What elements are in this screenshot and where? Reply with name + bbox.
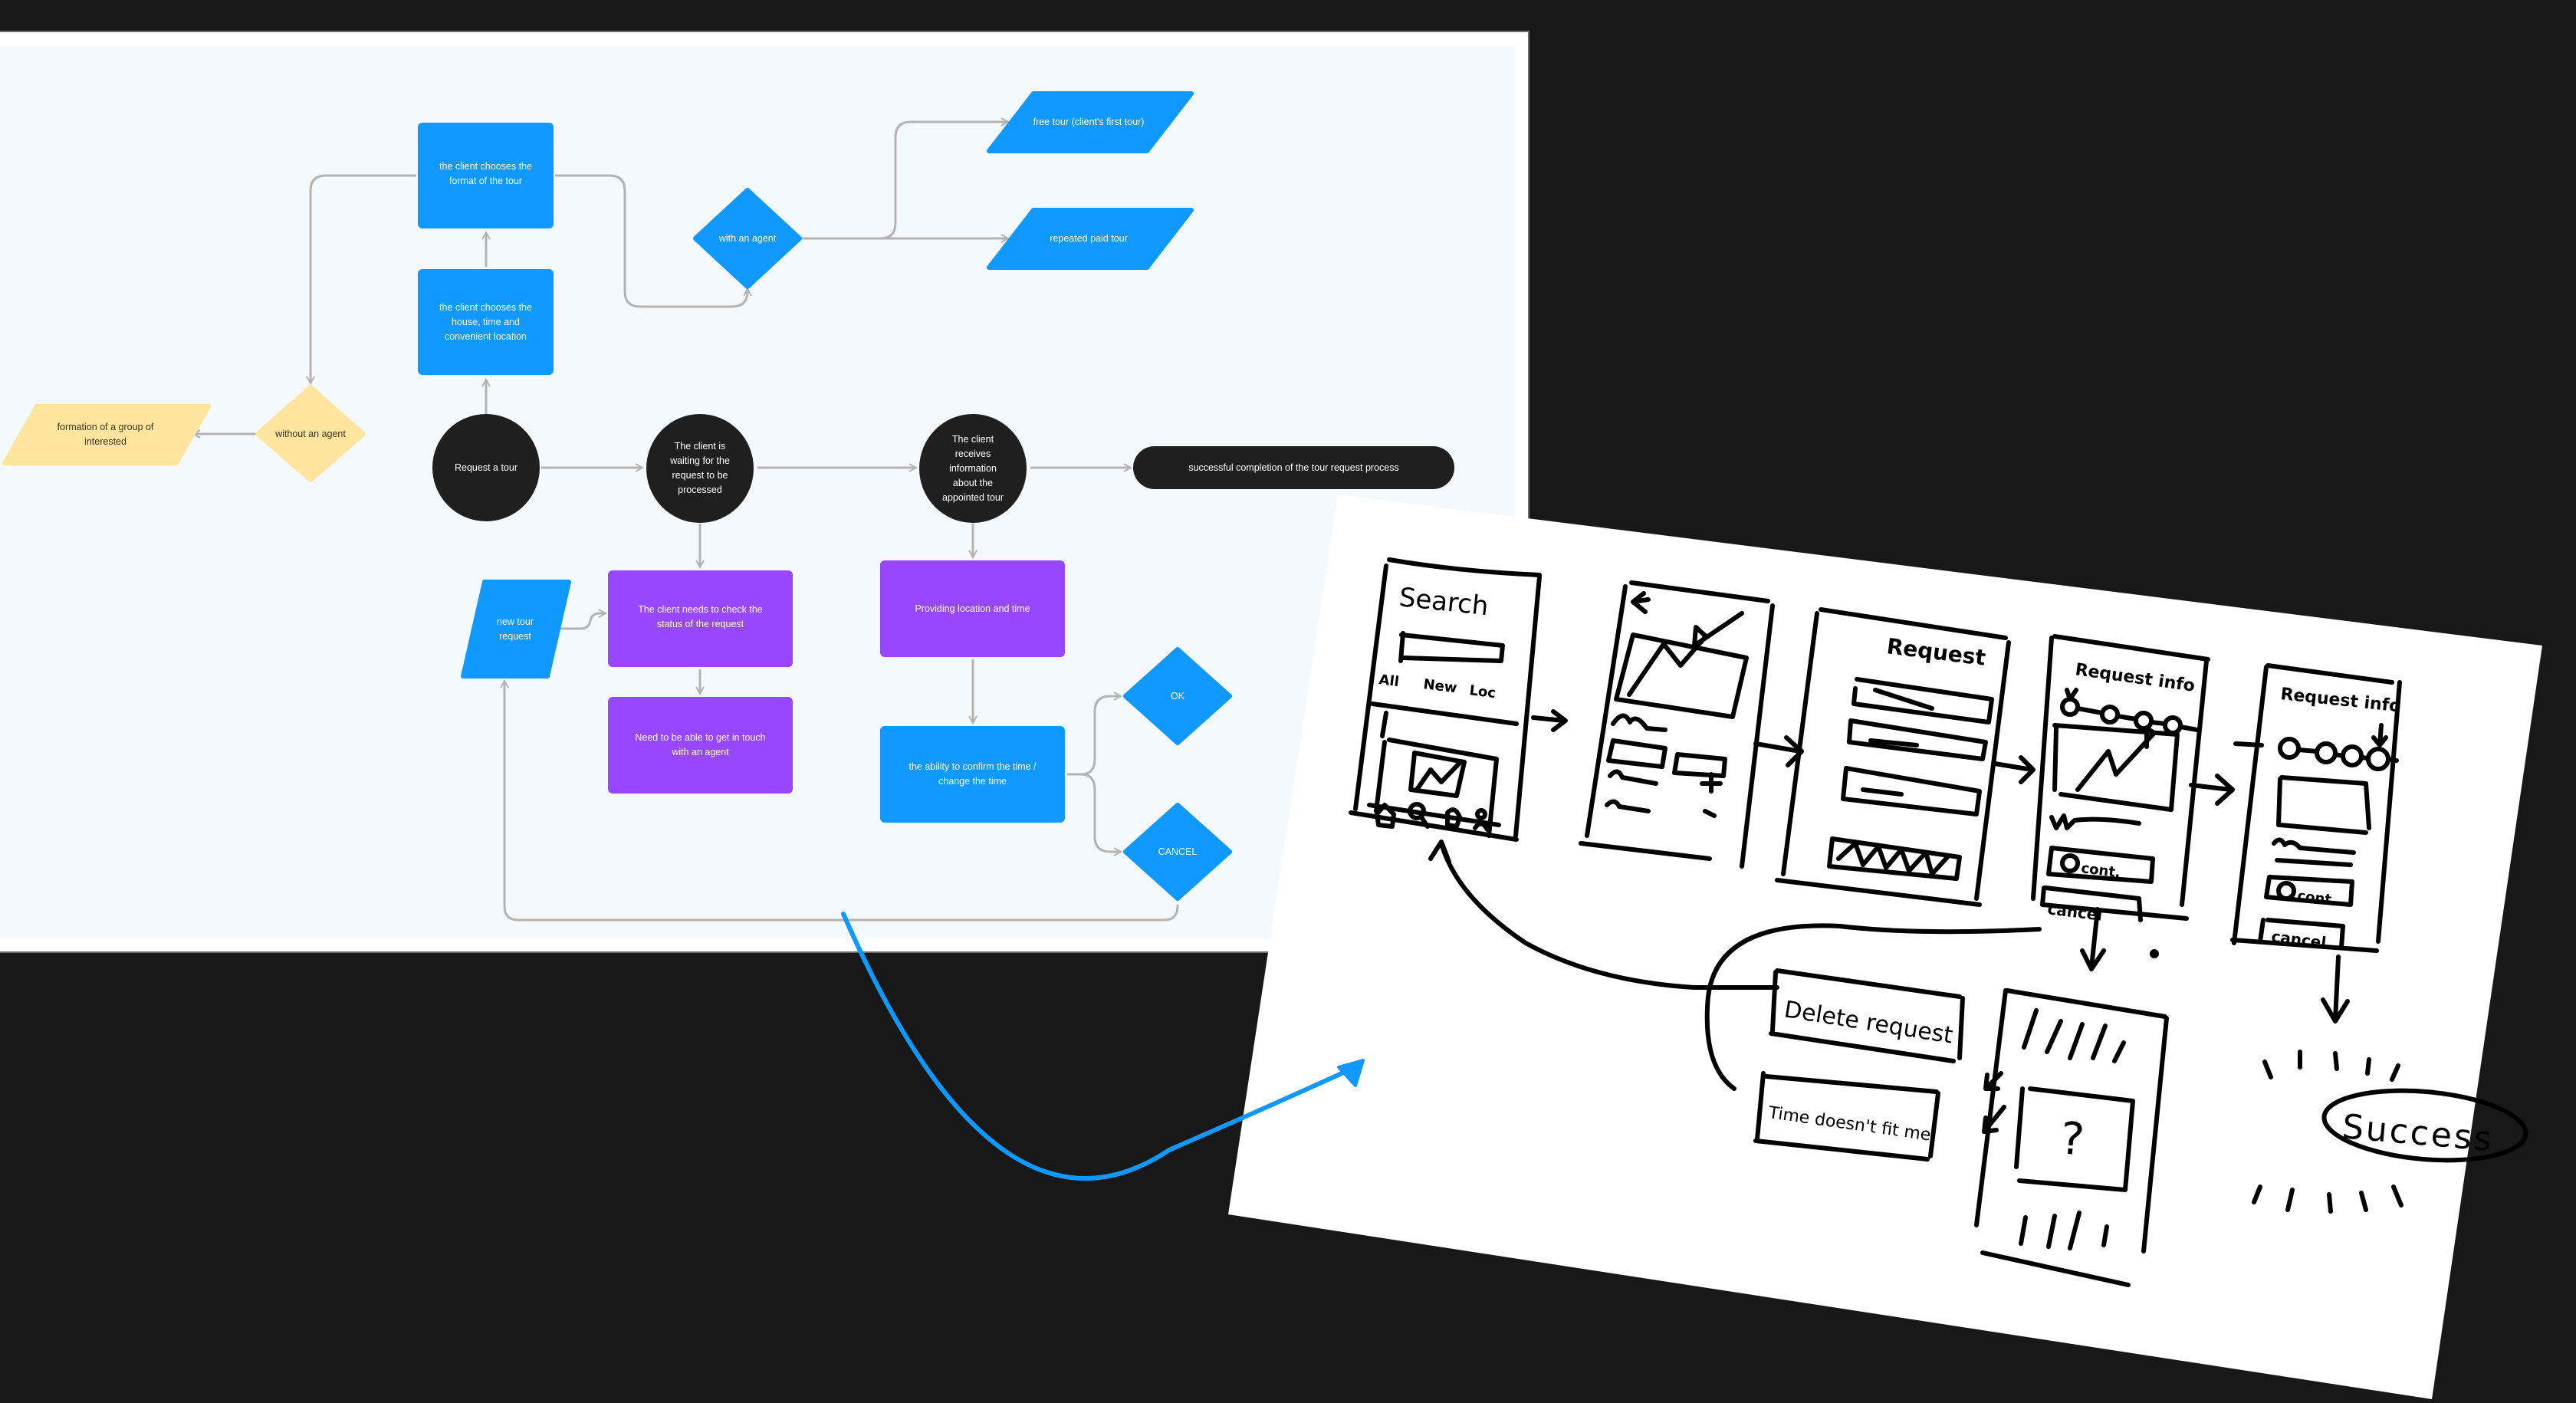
sketch-search-tab-loc: Loc — [1468, 682, 1497, 702]
sketch-search-tab-all: All — [1378, 672, 1400, 690]
sketch-question-mark: ? — [2058, 1112, 2087, 1165]
wireframe-sketch: Search All New Loc Request Request info … — [841, 495, 2542, 1399]
